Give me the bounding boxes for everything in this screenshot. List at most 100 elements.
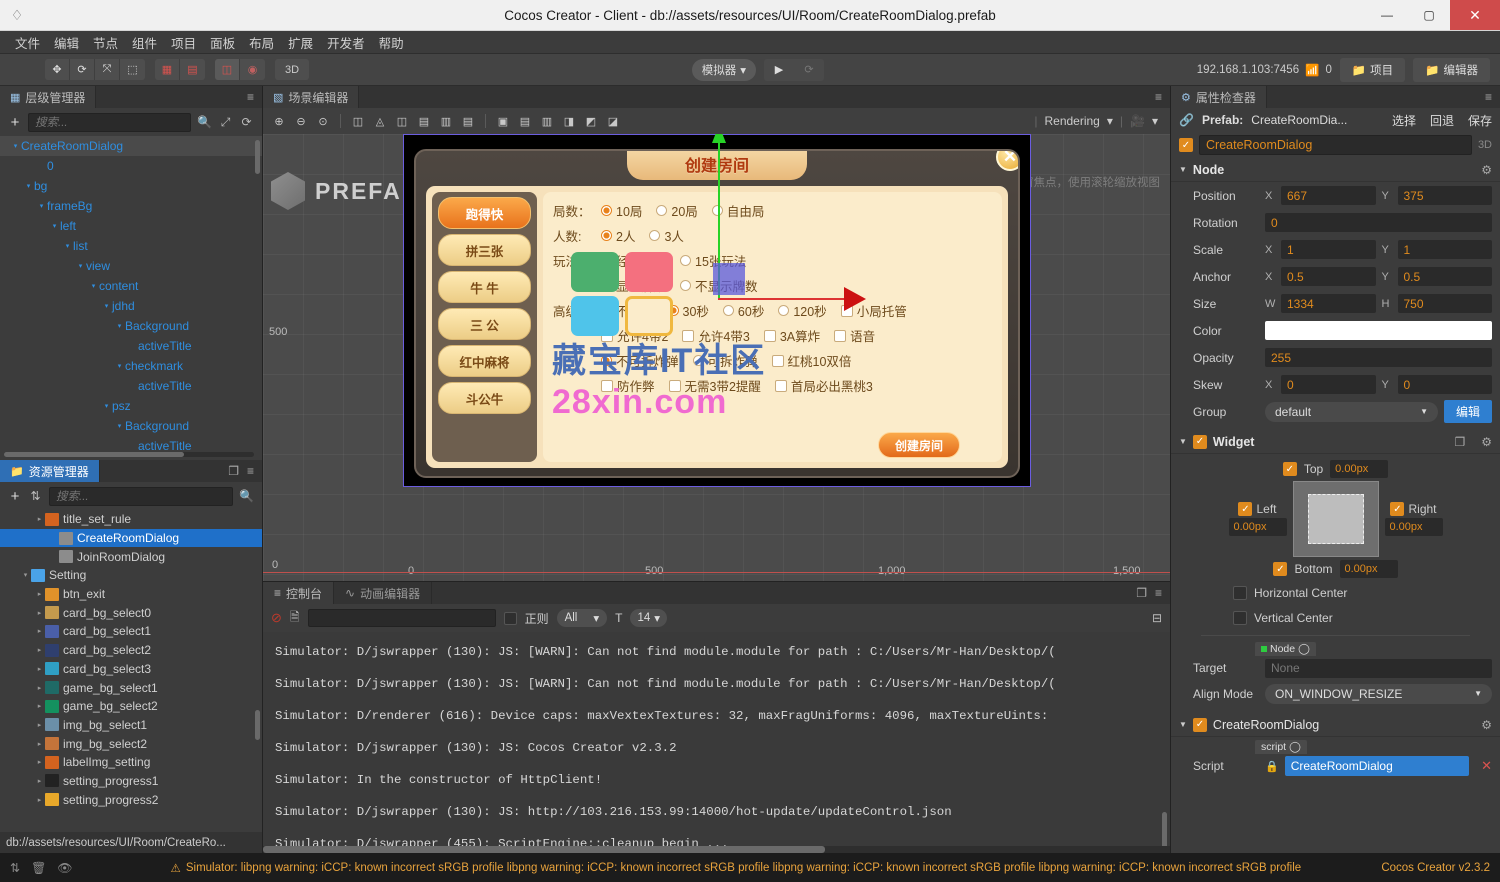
scene-canvas[interactable]: 500 0 0 500 1,000 1,500 PREFAB 保存 关	[263, 134, 1170, 581]
refresh-button[interactable]: ⟳	[794, 59, 824, 81]
hierarchy-node[interactable]: ▾CreateRoomDialog	[0, 136, 262, 156]
widget-bottom-field[interactable]: 0.00px	[1340, 560, 1398, 578]
option-item[interactable]: 20局	[656, 201, 697, 220]
chevron-right-icon[interactable]: ▸	[34, 646, 45, 654]
menu-help[interactable]: 帮助	[372, 31, 411, 54]
hierarchy-node[interactable]: ▾psz	[0, 396, 262, 416]
chevron-right-icon[interactable]: ▸	[34, 627, 45, 635]
hierarchy-node[interactable]: ▾Background	[0, 316, 262, 336]
asset-item[interactable]: ▸game_bg_select1	[0, 678, 262, 697]
checkbox-icon[interactable]	[775, 380, 787, 392]
option-item[interactable]: 语音	[834, 326, 875, 345]
option-item[interactable]: 红桃10双倍	[772, 351, 852, 370]
chevron-down-icon[interactable]: ▾	[62, 242, 73, 250]
align-center-icon[interactable]: ▤	[180, 59, 205, 80]
chevron-right-icon[interactable]: ▸	[34, 609, 45, 617]
add-node-button[interactable]: +	[8, 114, 22, 131]
chevron-down-icon[interactable]: ▾	[114, 362, 125, 370]
color-swatch[interactable]	[1265, 321, 1492, 340]
search-icon[interactable]: 🔍	[197, 115, 212, 129]
property-field[interactable]: 0	[1281, 375, 1376, 394]
hierarchy-menu-icon[interactable]: ≡	[247, 90, 254, 104]
prefab-save-button[interactable]: 保存	[1468, 112, 1492, 129]
radio-icon[interactable]	[601, 205, 612, 216]
console-log-row[interactable]: Simulator: D/jswrapper (455): ScriptEngi…	[263, 828, 1170, 846]
distribute-top-icon[interactable]: ▣	[493, 111, 513, 131]
asset-item[interactable]: ▸setting_progress2	[0, 790, 262, 809]
console-log-row[interactable]: Simulator: D/jswrapper (130): JS: http:/…	[263, 796, 1170, 828]
hierarchy-hscrollbar[interactable]	[4, 452, 254, 457]
option-item[interactable]: 不可拆炸弹	[601, 351, 679, 370]
widget-right-checkbox[interactable]: ✓	[1390, 502, 1404, 516]
open-editor-button[interactable]: 📁 编辑器	[1413, 58, 1490, 82]
node-gear-icon[interactable]: ⚙	[1481, 163, 1492, 177]
distribute-right-icon[interactable]: ◪	[603, 111, 623, 131]
console-filter-input[interactable]	[308, 609, 496, 627]
distribute-bottom-icon[interactable]: ▥	[537, 111, 557, 131]
chevron-right-icon[interactable]: ▸	[34, 777, 45, 785]
prefab-select-button[interactable]: 选择	[1392, 112, 1416, 129]
asset-item[interactable]: CreateRoomDialog	[0, 529, 262, 548]
script-field[interactable]: CreateRoomDialog	[1285, 756, 1469, 776]
asset-item[interactable]: ▸card_bg_select2	[0, 641, 262, 660]
move-tool-icon[interactable]: ✥	[45, 59, 70, 80]
asset-item[interactable]: ▸setting_progress1	[0, 772, 262, 791]
font-size-select[interactable]: 14 ▾	[630, 609, 667, 627]
widget-top-field[interactable]: 0.00px	[1330, 460, 1388, 478]
option-item[interactable]: 60秒	[723, 301, 764, 320]
menu-file[interactable]: 文件	[8, 31, 47, 54]
align-left-icon[interactable]: ◫	[348, 111, 368, 131]
tab-console[interactable]: ≡ 控制台	[263, 582, 334, 604]
console-log-row[interactable]: Simulator: D/jswrapper (130): JS: [WARN]…	[263, 668, 1170, 700]
option-item[interactable]: 允许4带3	[682, 326, 749, 345]
gizmo-x-arrow[interactable]	[844, 287, 866, 311]
log-level-select[interactable]: All ▾	[557, 609, 608, 627]
chevron-down-icon[interactable]: ▾	[114, 322, 125, 330]
rect-tool-icon[interactable]: ⬚	[120, 59, 145, 80]
gizmo-y-arrow[interactable]	[712, 134, 726, 143]
widget-vcenter-checkbox[interactable]	[1233, 611, 1247, 625]
external-link-icon[interactable]: ◯	[1298, 643, 1310, 655]
property-field[interactable]: 667	[1281, 186, 1376, 205]
widget-right-field[interactable]: 0.00px	[1385, 518, 1443, 536]
chevron-right-icon[interactable]: ▸	[34, 665, 45, 673]
gizmo-center-handle[interactable]	[713, 263, 745, 295]
open-project-button[interactable]: 📁 项目	[1340, 58, 1405, 82]
hierarchy-node[interactable]: ▾left	[0, 216, 262, 236]
hierarchy-tree[interactable]: ▾CreateRoomDialog0▾bg▾frameBg▾left▾list▾…	[0, 136, 262, 458]
menu-panel[interactable]: 面板	[203, 31, 242, 54]
option-item[interactable]: 3A算炸	[764, 326, 820, 345]
widget-gear-icon[interactable]: ⚙	[1481, 435, 1492, 449]
node-active-checkbox[interactable]: ✓	[1179, 138, 1193, 152]
trash-icon[interactable]: 🗑	[31, 861, 46, 875]
radio-icon[interactable]	[693, 355, 704, 366]
maximize-button[interactable]: ▢	[1408, 0, 1450, 30]
assets-tree[interactable]: ▸title_set_ruleCreateRoomDialogJoinRoomD…	[0, 510, 262, 832]
chevron-right-icon[interactable]: ▸	[34, 515, 45, 523]
hierarchy-node[interactable]: activeTitle	[0, 336, 262, 356]
clear-console-icon[interactable]: ⊘	[271, 610, 282, 626]
asset-item[interactable]: ▸btn_exit	[0, 585, 262, 604]
property-field[interactable]: 0.5	[1398, 267, 1493, 286]
chevron-down-icon[interactable]: ▾	[114, 422, 125, 430]
radio-icon[interactable]	[680, 280, 691, 291]
chevron-right-icon[interactable]: ▸	[34, 702, 45, 710]
console-menu-icon[interactable]: ≡	[1155, 586, 1162, 600]
chevron-down-icon[interactable]: ▾	[1107, 114, 1113, 128]
chevron-down-icon[interactable]: ▾	[101, 302, 112, 310]
chevron-down-icon[interactable]: ▾	[49, 222, 60, 230]
assets-menu-icon[interactable]: ≡	[247, 464, 254, 478]
scene-menu-icon[interactable]: ≡	[1155, 90, 1162, 104]
tab-assets[interactable]: 📁 资源管理器	[0, 460, 100, 482]
chevron-down-icon[interactable]: ▾	[23, 182, 34, 190]
widget-bottom-checkbox[interactable]: ✓	[1273, 562, 1287, 576]
game-type-button[interactable]: 斗公牛	[438, 382, 531, 414]
hierarchy-node[interactable]: ▾jdhd	[0, 296, 262, 316]
align-hcenter-icon[interactable]: ◬	[370, 111, 390, 131]
align-left-icon[interactable]: ▦	[155, 59, 180, 80]
eye-icon[interactable]: 👁	[57, 861, 72, 875]
rotate-tool-icon[interactable]: ⟳	[70, 59, 95, 80]
hierarchy-node[interactable]: activeTitle	[0, 376, 262, 396]
refresh-icon[interactable]: ⟳	[239, 115, 254, 129]
chevron-right-icon[interactable]: ▾	[20, 571, 31, 579]
